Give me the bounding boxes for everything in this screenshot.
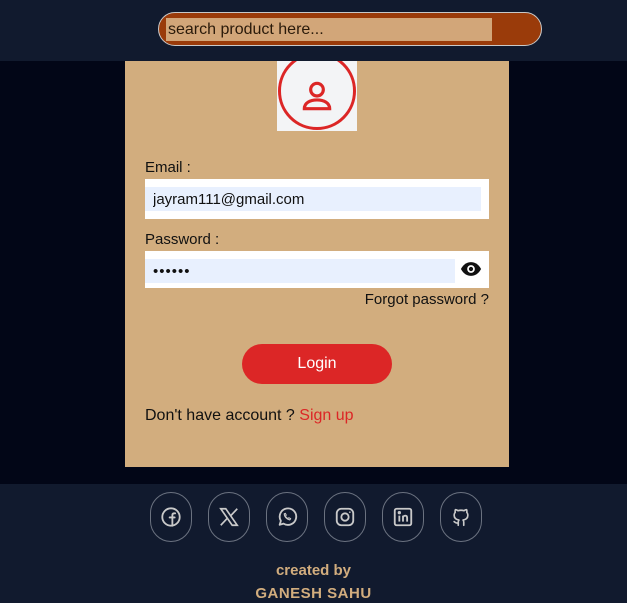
signup-row: Don't have account ? Sign up — [145, 407, 354, 425]
facebook-icon — [161, 507, 181, 527]
x-link[interactable] — [208, 492, 250, 542]
whatsapp-link[interactable] — [266, 492, 308, 542]
password-label: Password : — [145, 231, 220, 248]
email-label: Email : — [145, 159, 191, 176]
header — [0, 0, 627, 61]
signup-link[interactable]: Sign up — [299, 407, 353, 424]
github-link[interactable] — [440, 492, 482, 542]
no-account-text: Don't have account ? — [145, 407, 300, 424]
login-card: Email : Password : Forgot password ? Log… — [125, 61, 509, 467]
x-icon — [219, 507, 239, 527]
user-icon — [302, 81, 332, 111]
author-name: GANESH SAHU — [255, 585, 372, 602]
password-field-box — [145, 251, 489, 288]
avatar — [277, 61, 357, 131]
github-icon — [453, 508, 469, 527]
facebook-link[interactable] — [150, 492, 192, 542]
login-button[interactable]: Login — [242, 344, 392, 384]
instagram-link[interactable] — [324, 492, 366, 542]
email-field[interactable] — [145, 187, 481, 211]
social-links — [150, 492, 482, 542]
linkedin-link[interactable] — [382, 492, 424, 542]
footer: created by GANESH SAHU — [0, 484, 627, 603]
linkedin-icon — [393, 507, 413, 527]
instagram-icon — [335, 507, 355, 527]
whatsapp-icon — [278, 507, 298, 526]
eye-icon[interactable] — [460, 260, 482, 278]
search-bar — [158, 12, 542, 46]
email-field-box — [145, 179, 489, 219]
created-by-label: created by — [275, 562, 352, 579]
search-input[interactable] — [166, 18, 492, 41]
password-field[interactable] — [145, 259, 455, 283]
avatar-ring — [278, 61, 356, 130]
forgot-password-link[interactable]: Forgot password ? — [365, 291, 489, 308]
